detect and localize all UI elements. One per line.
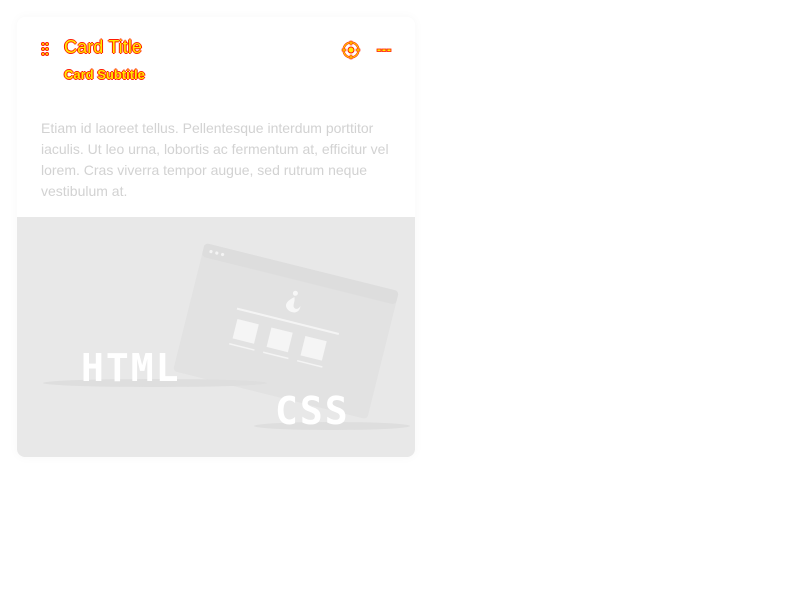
card: Card Title Card Subtitle Etiam id laoree…: [17, 17, 415, 457]
more-icon: [376, 48, 392, 52]
card-subtitle: Card Subtitle: [64, 67, 145, 82]
media-illustration: HTML CSS: [43, 243, 410, 433]
drag-handle-icon[interactable]: [40, 41, 50, 57]
card-body-text: Etiam id laoreet tellus. Pellentesque in…: [41, 120, 389, 199]
more-button[interactable]: [372, 39, 396, 61]
settings-button[interactable]: [339, 39, 363, 61]
css-label: CSS: [275, 389, 350, 433]
card-media: HTML CSS: [17, 217, 415, 457]
card-title: Card Title: [64, 37, 143, 57]
settings-icon: [341, 40, 361, 60]
card-header: Card Title Card Subtitle: [17, 17, 415, 117]
html-label: HTML: [81, 346, 181, 390]
